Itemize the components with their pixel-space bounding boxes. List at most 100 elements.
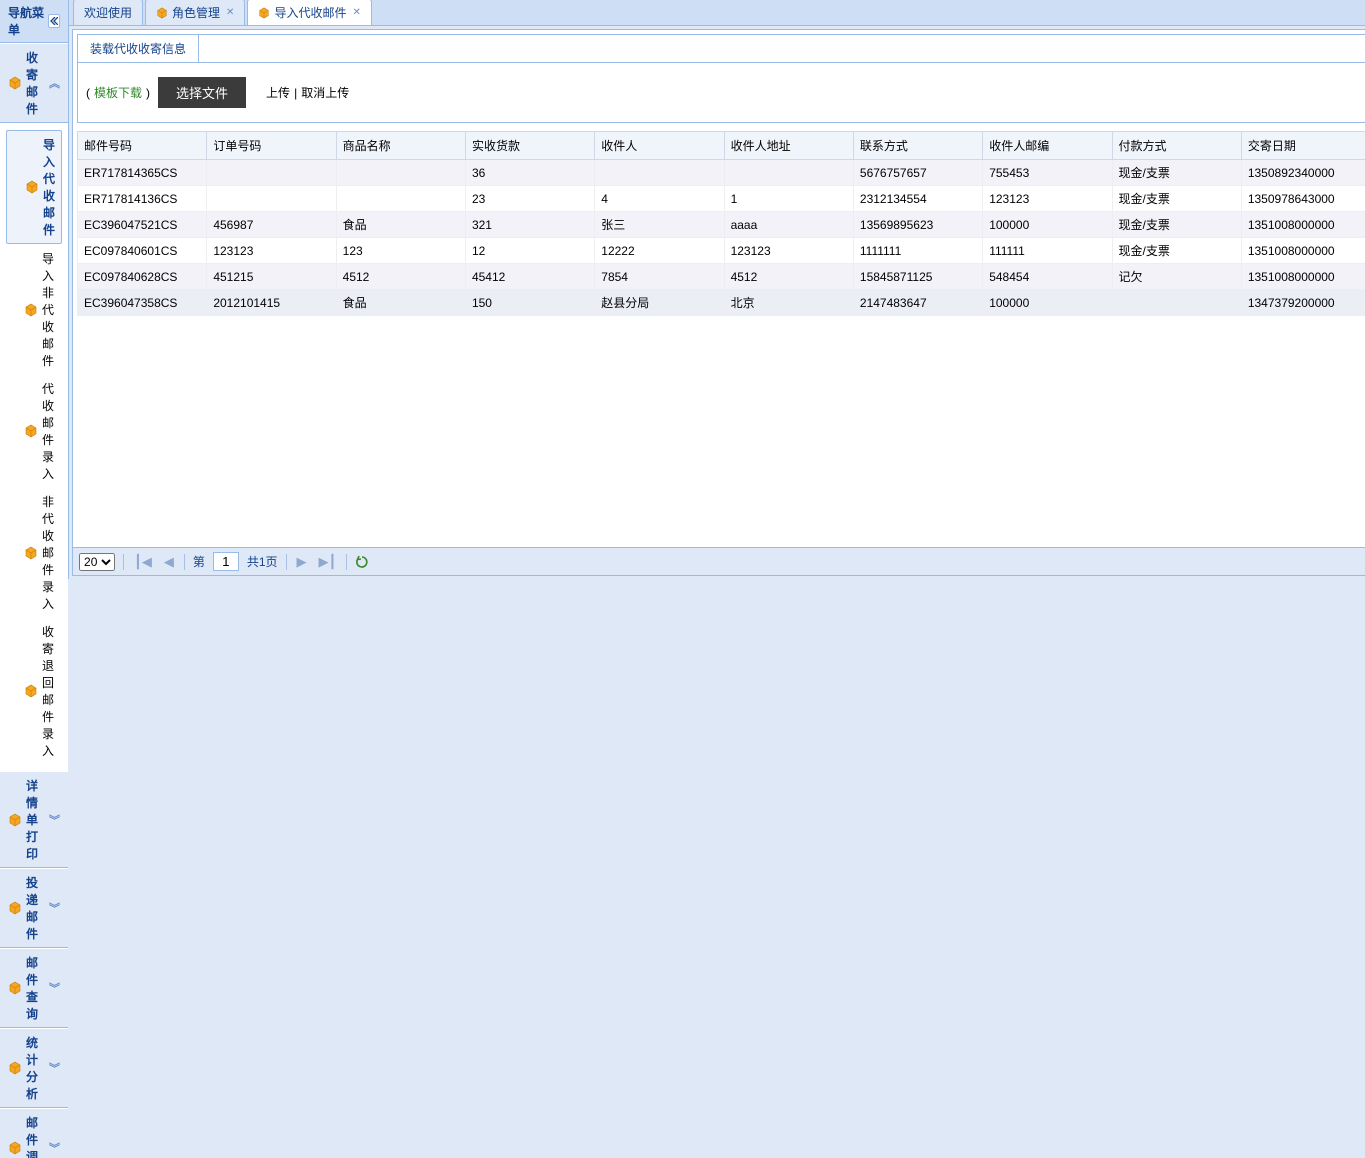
box-icon — [156, 7, 168, 19]
template-download-link[interactable]: 模板下载 — [94, 84, 142, 101]
table-cell: 现金/支票 — [1112, 212, 1241, 238]
table-cell: 451215 — [207, 264, 336, 290]
box-icon — [24, 546, 38, 560]
tab-welcome[interactable]: 欢迎使用 — [73, 0, 143, 25]
table-cell: ER717814365CS — [78, 160, 207, 186]
chevron-down-icon: ︾ — [49, 980, 60, 996]
table-cell: 1 — [724, 186, 853, 212]
table-cell: 1351008000000 — [1241, 212, 1365, 238]
tab-label: 角色管理 — [172, 4, 220, 21]
accordion-label: 收寄邮件 — [26, 49, 49, 117]
table-cell: 赵县分局 — [595, 290, 724, 316]
tree-item-agent-entry[interactable]: 代收邮件录入 — [6, 375, 62, 487]
tab-bar: 欢迎使用 角色管理 ✕ 导入代收邮件 ✕ — [69, 0, 1365, 26]
data-grid: 邮件号码订单号码商品名称实收货款收件人收件人地址联系方式收件人邮编付款方式交寄日… — [77, 131, 1365, 316]
page-number-input[interactable] — [213, 552, 239, 571]
table-cell: 现金/支票 — [1112, 160, 1241, 186]
box-icon — [24, 684, 38, 698]
tree-item-return-entry[interactable]: 收寄退回邮件录入 — [6, 618, 62, 764]
column-header[interactable]: 收件人邮编 — [983, 132, 1112, 160]
chevron-down-icon: ︾ — [49, 900, 60, 916]
collapse-sidebar-button[interactable] — [48, 14, 60, 28]
table-cell: 111111 — [983, 238, 1112, 264]
column-header[interactable]: 收件人地址 — [724, 132, 853, 160]
table-cell — [1112, 290, 1241, 316]
accordion-section-detail[interactable]: 详情单打印 ︾ — [0, 771, 68, 868]
table-cell: ER717814136CS — [78, 186, 207, 212]
table-cell: 123 — [336, 238, 465, 264]
accordion-section-query[interactable]: 邮件查询 ︾ — [0, 948, 68, 1028]
close-icon[interactable]: ✕ — [352, 7, 360, 18]
column-header[interactable]: 实收货款 — [465, 132, 594, 160]
box-icon — [8, 813, 22, 827]
table-row[interactable]: EC097840601CS123123123121222212312311111… — [78, 238, 1365, 264]
table-cell — [207, 160, 336, 186]
column-header[interactable]: 联系方式 — [853, 132, 982, 160]
accordion-section-stats[interactable]: 统计分析 ︾ — [0, 1028, 68, 1108]
table-cell: 1111111 — [853, 238, 982, 264]
horizontal-scrollbar[interactable] — [77, 525, 1365, 543]
grid-scroll[interactable]: 邮件号码订单号码商品名称实收货款收件人收件人地址联系方式收件人邮编付款方式交寄日… — [77, 131, 1365, 525]
column-header[interactable]: 收件人 — [595, 132, 724, 160]
tab-roles[interactable]: 角色管理 ✕ — [145, 0, 245, 25]
table-row[interactable]: ER717814365CS 36 5676757657755453现金/支票1350… — [78, 160, 1365, 186]
page-size-select[interactable]: 20 — [79, 553, 115, 571]
box-icon — [24, 303, 38, 317]
table-row[interactable]: EC396047358CS2012101415食品150赵县分局北京214748… — [78, 290, 1365, 316]
table-cell: 4512 — [724, 264, 853, 290]
upload-link[interactable]: 上传 — [266, 84, 290, 101]
last-page-button[interactable]: ▶┃ — [317, 554, 339, 570]
column-header[interactable]: 订单号码 — [207, 132, 336, 160]
table-row[interactable]: EC097840628CS451215451245412785445121584… — [78, 264, 1365, 290]
column-header[interactable]: 交寄日期 — [1241, 132, 1365, 160]
table-cell: 1350892340000 — [1241, 160, 1365, 186]
accordion-section-receive[interactable]: 收寄邮件 ︽ — [0, 43, 68, 123]
table-cell — [336, 160, 465, 186]
chevron-down-icon: ︾ — [49, 1140, 60, 1156]
close-icon[interactable]: ✕ — [226, 7, 234, 18]
table-row[interactable]: EC396047521CS456987食品321张三aaaa1356989562… — [78, 212, 1365, 238]
tab-import[interactable]: 导入代收邮件 ✕ — [247, 0, 371, 25]
table-cell: 13569895623 — [853, 212, 982, 238]
table-cell: 36 — [465, 160, 594, 186]
table-cell: 321 — [465, 212, 594, 238]
table-cell: 755453 — [983, 160, 1112, 186]
accordion-section-delivery[interactable]: 投递邮件 ︾ — [0, 868, 68, 948]
accordion-label: 邮件查询 — [26, 954, 49, 1022]
accordion-section-adjust[interactable]: 邮件调整 ︾ — [0, 1108, 68, 1158]
table-cell: 12222 — [595, 238, 724, 264]
table-cell: EC396047358CS — [78, 290, 207, 316]
first-page-button[interactable]: ┃◀ — [132, 554, 154, 570]
table-cell: 2312134554 — [853, 186, 982, 212]
tree-item-import-agent[interactable]: 导入代收邮件 — [6, 130, 62, 244]
table-cell: 5676757657 — [853, 160, 982, 186]
chevron-down-icon: ︾ — [49, 812, 60, 828]
choose-file-button[interactable]: 选择文件 — [158, 77, 246, 108]
tree-item-nonagent-entry[interactable]: 非代收邮件录入 — [6, 488, 62, 617]
prev-page-button[interactable]: ◀ — [162, 554, 176, 570]
table-cell: EC097840628CS — [78, 264, 207, 290]
upload-header: 装载代收收寄信息 — [78, 35, 1365, 63]
refresh-icon[interactable] — [355, 555, 369, 569]
table-cell: 记欠 — [1112, 264, 1241, 290]
next-page-button[interactable]: ▶ — [295, 554, 309, 570]
table-cell: 23 — [465, 186, 594, 212]
sidebar-header: 导航菜单 — [0, 0, 68, 43]
column-header[interactable]: 商品名称 — [336, 132, 465, 160]
table-cell: 北京 — [724, 290, 853, 316]
separator: | — [294, 86, 297, 100]
tree-item-import-nonagent[interactable]: 导入非代收邮件 — [6, 245, 62, 374]
sidebar-title: 导航菜单 — [8, 4, 48, 38]
table-cell: 现金/支票 — [1112, 186, 1241, 212]
tree-label: 导入代收邮件 — [43, 136, 55, 238]
cancel-upload-link[interactable]: 取消上传 — [301, 84, 349, 101]
table-cell: 123123 — [207, 238, 336, 264]
column-header[interactable]: 付款方式 — [1112, 132, 1241, 160]
column-header[interactable]: 邮件号码 — [78, 132, 207, 160]
table-cell: 食品 — [336, 212, 465, 238]
box-icon — [8, 981, 22, 995]
table-cell: 现金/支票 — [1112, 238, 1241, 264]
table-row[interactable]: ER717814136CS23412312134554123123现金/支票13… — [78, 186, 1365, 212]
table-cell: 45412 — [465, 264, 594, 290]
table-cell: 4512 — [336, 264, 465, 290]
